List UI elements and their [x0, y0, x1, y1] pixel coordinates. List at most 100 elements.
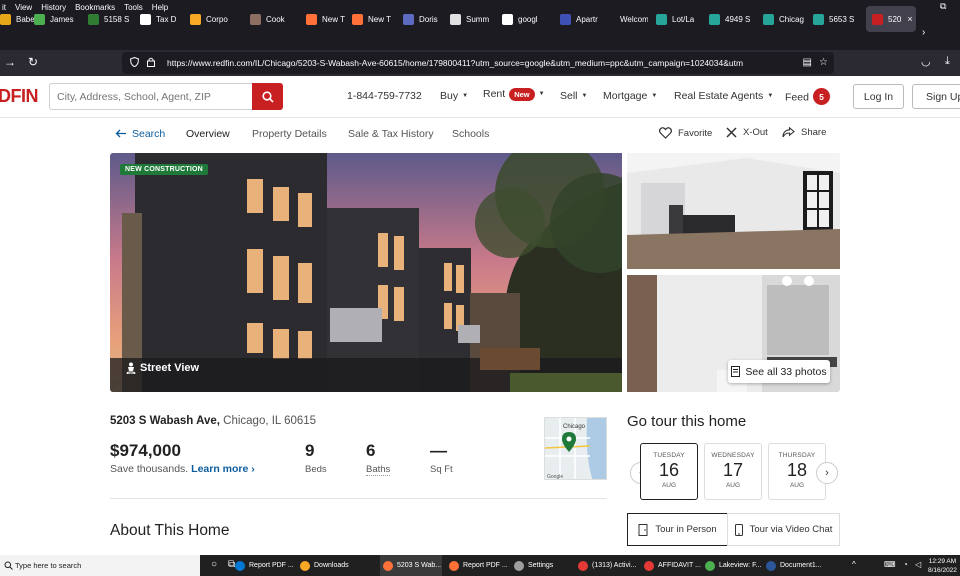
- taskbar-app-button[interactable]: Downloads: [297, 555, 359, 576]
- tab-overview[interactable]: Overview: [186, 128, 230, 140]
- browser-tab[interactable]: Doris: [403, 6, 447, 32]
- restore-button[interactable]: ⧉: [940, 1, 946, 12]
- phone-number[interactable]: 1-844-759-7732: [347, 90, 422, 102]
- side-photo-kitchen[interactable]: [627, 153, 840, 269]
- signup-button[interactable]: Sign Up: [912, 84, 960, 109]
- pocket-icon[interactable]: ◡: [921, 55, 931, 68]
- browser-tab[interactable]: New T: [352, 6, 396, 32]
- tab-favicon-icon: [352, 13, 363, 25]
- browser-tab[interactable]: Chicag: [763, 6, 807, 32]
- next-dates-button[interactable]: ›: [816, 462, 838, 484]
- back-to-search-link[interactable]: Search: [115, 128, 165, 140]
- taskbar-app-button[interactable]: Report PDF ...: [232, 555, 294, 576]
- redfin-logo[interactable]: DFIN: [0, 86, 39, 107]
- baths-label[interactable]: Baths: [366, 464, 391, 476]
- section-divider: [110, 498, 607, 499]
- share-button[interactable]: Share: [782, 127, 826, 138]
- back-arrow-icon[interactable]: →: [4, 55, 16, 69]
- date-card-wednesday[interactable]: WEDNESDAY 17 AUG: [704, 443, 762, 500]
- map-image: Chicago Google: [545, 418, 606, 479]
- nav-agents[interactable]: Real Estate Agents ▼: [674, 90, 773, 102]
- taskbar-app-button[interactable]: 5203 S Wab...: [380, 555, 442, 576]
- nav-rent[interactable]: Rent New ▼: [483, 88, 545, 101]
- sqft-value: —: [430, 441, 447, 460]
- main-photo[interactable]: [110, 153, 622, 392]
- url-text[interactable]: https://www.redfin.com/IL/Chicago/5203-S…: [167, 58, 787, 68]
- volume-icon[interactable]: ◁: [915, 560, 921, 569]
- save-thousands-text: Save thousands. Learn more ›: [110, 463, 255, 475]
- tab-label: 5158 S: [104, 14, 130, 24]
- tab-schools[interactable]: Schools: [452, 128, 489, 140]
- date-month: AUG: [789, 482, 805, 489]
- reload-icon[interactable]: ↻: [28, 55, 38, 69]
- browser-tab[interactable]: Cook: [250, 6, 294, 32]
- app-icon: [235, 560, 245, 571]
- tab-property-details[interactable]: Property Details: [252, 128, 327, 140]
- see-all-photos-button[interactable]: See all 33 photos: [728, 360, 830, 383]
- nav-sell[interactable]: Sell ▼: [560, 90, 587, 102]
- learn-more-link[interactable]: Learn more ›: [191, 463, 255, 475]
- taskbar-clock[interactable]: 12:29 AM 8/16/2022: [928, 557, 957, 575]
- browser-tab[interactable]: James: [34, 6, 78, 32]
- map-thumbnail[interactable]: Chicago Google: [544, 417, 607, 480]
- favorite-button[interactable]: Favorite: [659, 127, 712, 139]
- tab-favicon-icon: [813, 13, 824, 25]
- tour-in-person-option[interactable]: Tour in Person: [627, 513, 728, 546]
- cortana-icon[interactable]: ○: [211, 559, 217, 570]
- taskbar-search-box[interactable]: Type here to search: [0, 555, 200, 576]
- browser-tab[interactable]: Corpo: [190, 6, 234, 32]
- listing-address: 5203 S Wabash Ave, Chicago, IL 60615: [110, 415, 316, 427]
- browser-tab[interactable]: Tax D: [140, 6, 184, 32]
- taskbar-app-button[interactable]: Lakeview: F...: [702, 555, 764, 576]
- nav-buy[interactable]: Buy ▼: [440, 90, 468, 102]
- share-label: Share: [801, 127, 827, 138]
- tab-favicon-icon: [250, 13, 261, 25]
- browser-tab[interactable]: 5158 S: [88, 6, 132, 32]
- tour-video-chat-option[interactable]: Tour via Video Chat: [727, 513, 840, 546]
- browser-tab[interactable]: 4949 S: [709, 6, 753, 32]
- lock-icon[interactable]: [147, 57, 155, 70]
- browser-tab[interactable]: 5653 S: [813, 6, 857, 32]
- browser-tab[interactable]: Lot/La: [656, 6, 700, 32]
- save-text: Save thousands.: [110, 463, 189, 475]
- taskbar-app-button[interactable]: Settings: [511, 555, 573, 576]
- bookmark-star-icon[interactable]: ☆: [819, 57, 828, 68]
- taskbar-app-button[interactable]: AFFIDAVIT ...: [641, 555, 703, 576]
- taskbar-app-label: AFFIDAVIT ...: [658, 562, 701, 569]
- street-view-label: Street View: [140, 362, 200, 374]
- xout-button[interactable]: X-Out: [726, 127, 768, 138]
- tab-label: Doris: [419, 14, 438, 24]
- keyboard-icon[interactable]: ⌨: [884, 560, 896, 569]
- street-view-button[interactable]: Street View: [126, 362, 199, 374]
- shield-icon[interactable]: [129, 56, 140, 70]
- tab-favicon-icon: [502, 13, 513, 25]
- tab-close-icon[interactable]: ×: [907, 14, 912, 24]
- chevron-down-icon: ▼: [581, 93, 588, 99]
- downloads-icon[interactable]: ⤓: [945, 55, 950, 68]
- tab-sale-tax-history[interactable]: Sale & Tax History: [348, 128, 434, 140]
- nav-mortgage[interactable]: Mortgage ▼: [603, 90, 657, 102]
- taskbar-app-button[interactable]: (1313) Activi...: [575, 555, 637, 576]
- login-button[interactable]: Log In: [853, 84, 904, 109]
- browser-tab[interactable]: Welcome: [604, 6, 648, 32]
- browser-tab[interactable]: Apartr: [560, 6, 604, 32]
- browser-tab[interactable]: New T: [306, 6, 350, 32]
- url-bar[interactable]: https://www.redfin.com/IL/Chicago/5203-S…: [122, 52, 834, 74]
- taskbar-app-button[interactable]: Report PDF ...: [446, 555, 508, 576]
- browser-tab[interactable]: googl: [502, 6, 546, 32]
- network-icon[interactable]: ◔: [903, 560, 908, 569]
- app-icon: [578, 560, 588, 571]
- browser-tab[interactable]: 520 ×: [866, 6, 916, 32]
- date-card-tuesday[interactable]: TUESDAY 16 AUG: [640, 443, 698, 500]
- photo-gallery-icon: [731, 366, 741, 377]
- city-state-zip: Chicago, IL 60615: [223, 415, 317, 427]
- taskbar-app-button[interactable]: Document1...: [763, 555, 825, 576]
- tab-scroll-right-icon[interactable]: ›: [922, 27, 925, 38]
- tab-favicon-icon: [34, 13, 45, 25]
- tray-chevron-icon[interactable]: ^: [852, 560, 856, 569]
- reader-view-icon[interactable]: ▤: [803, 57, 812, 68]
- browser-tab[interactable]: Summ: [450, 6, 494, 32]
- search-button[interactable]: [252, 83, 283, 110]
- nav-feed[interactable]: Feed 5: [785, 88, 830, 105]
- search-input[interactable]: [49, 83, 252, 110]
